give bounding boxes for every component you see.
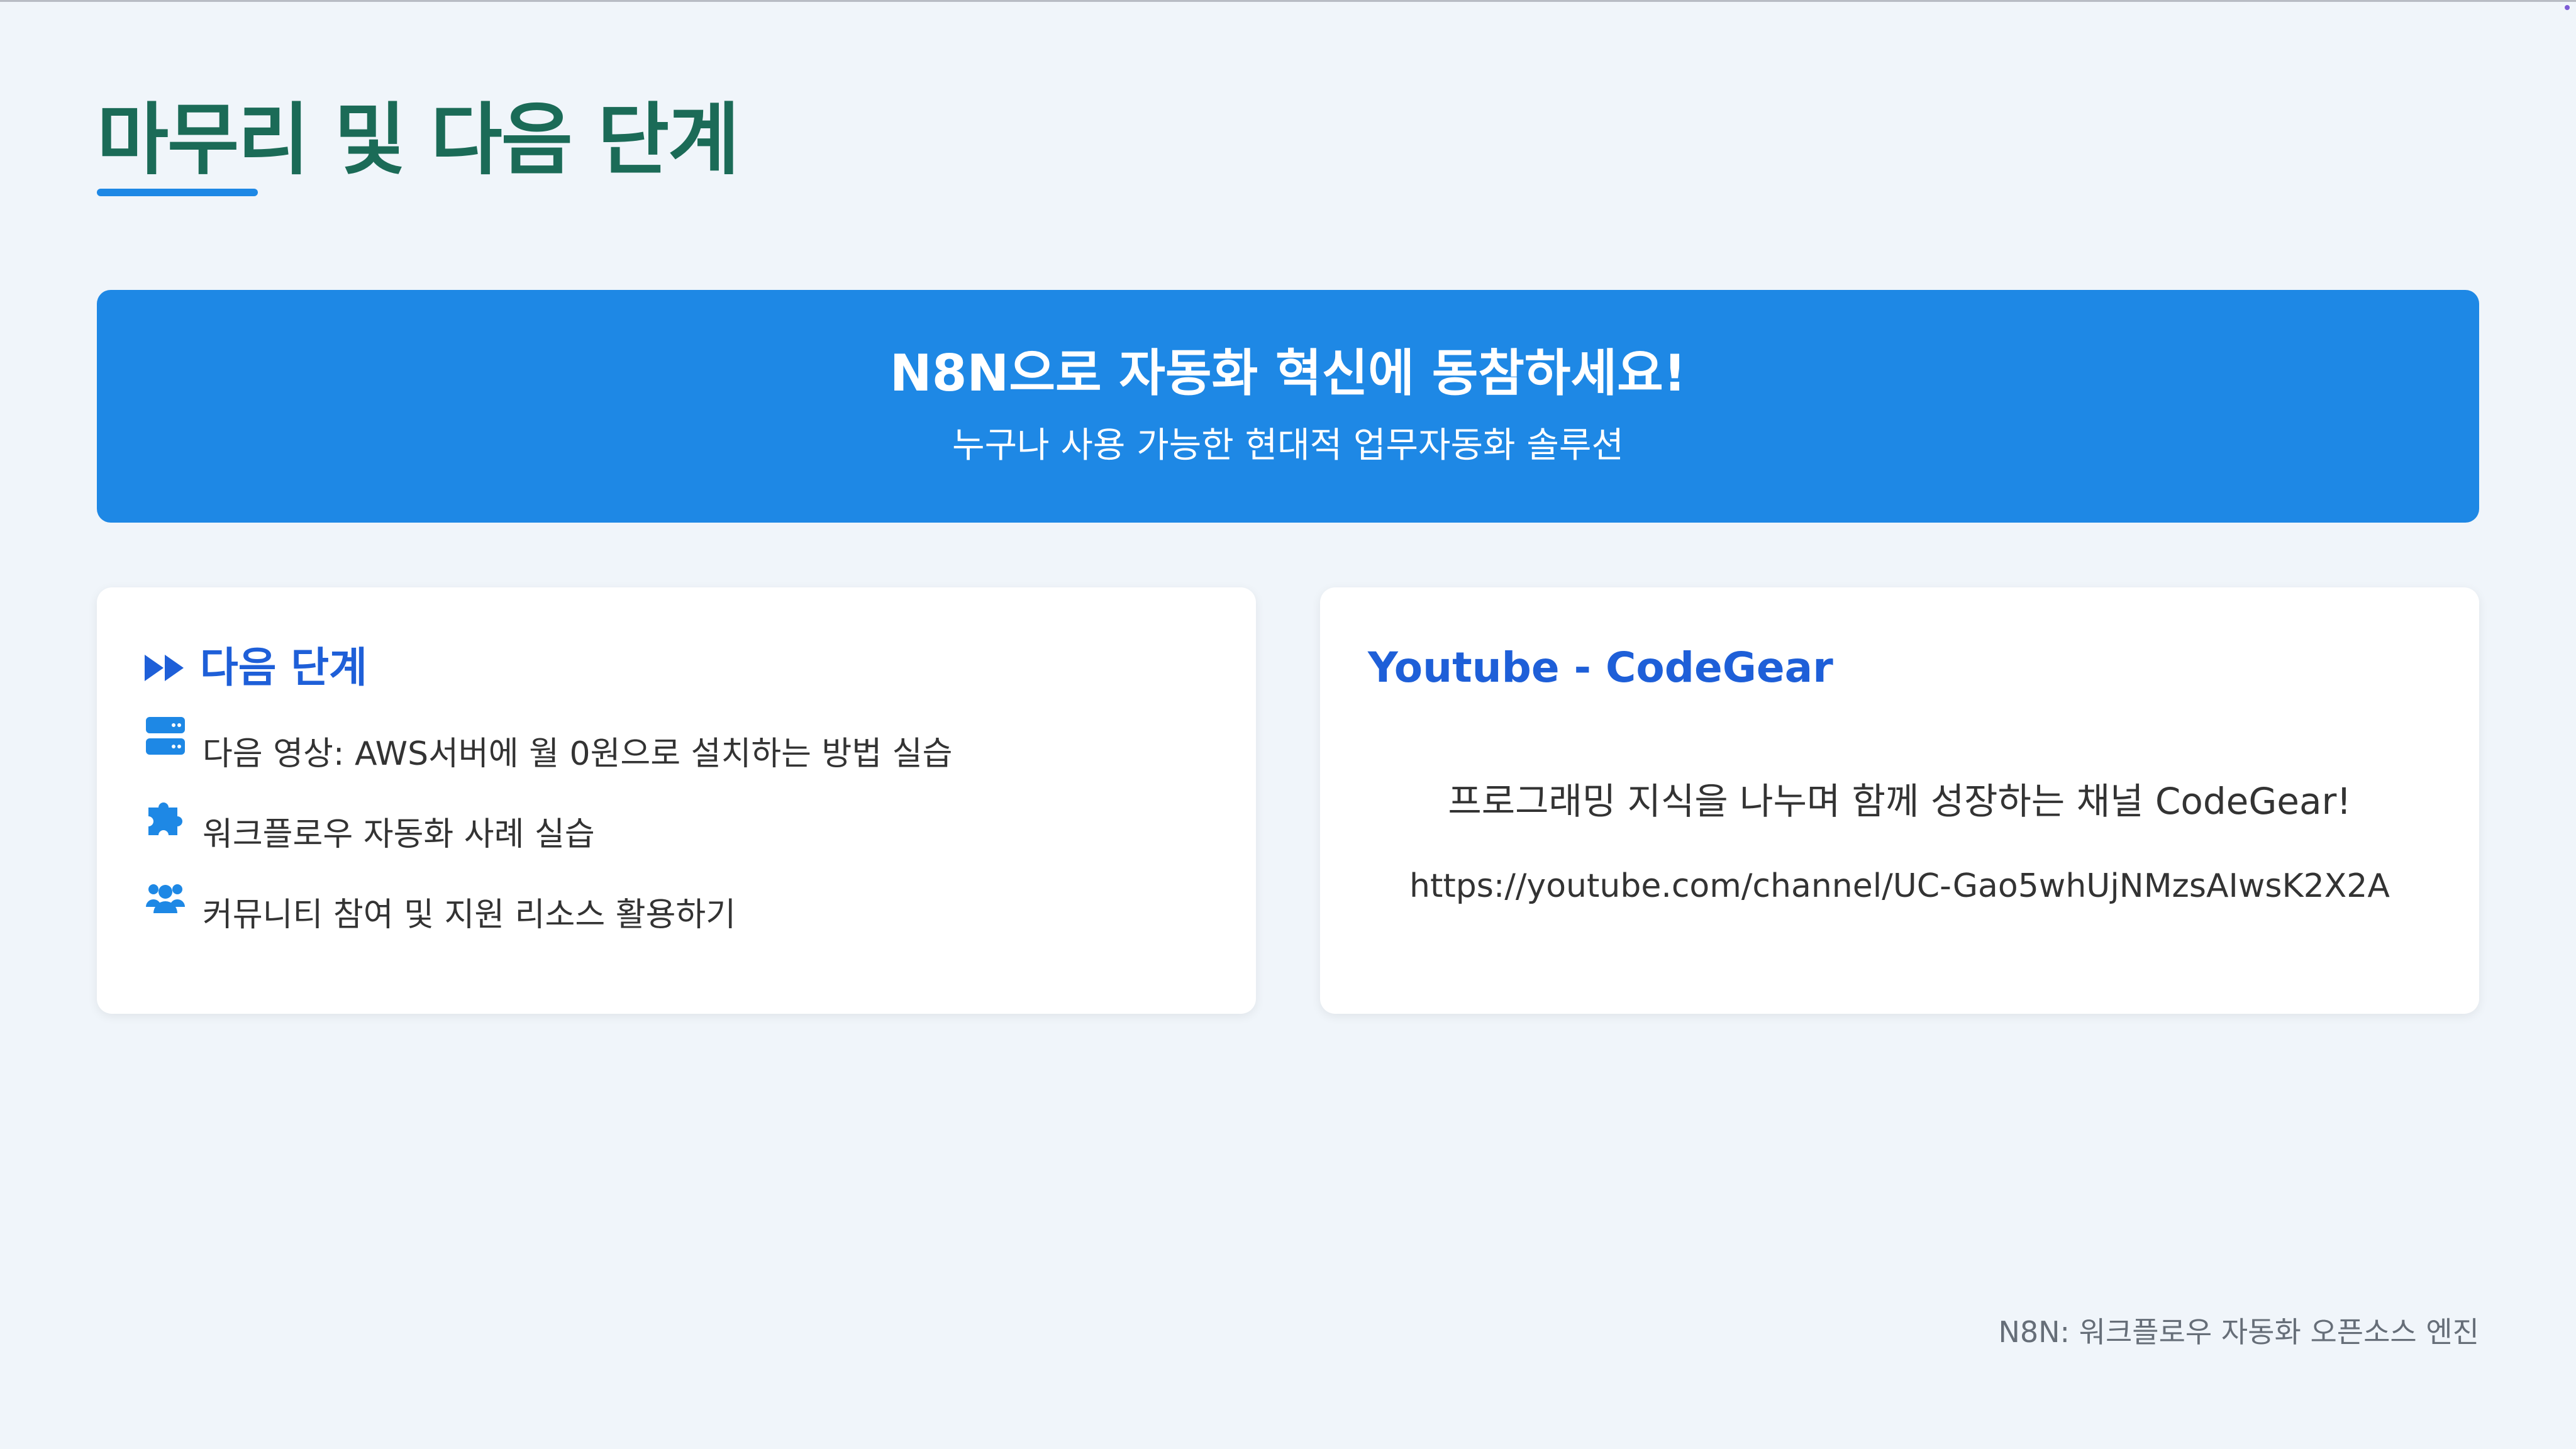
page-title: 마무리 및 다음 단계 xyxy=(97,95,740,186)
title-underline xyxy=(97,189,258,196)
youtube-description: 프로그래밍 지식을 나누며 함께 성장하는 채널 CodeGear! xyxy=(1448,780,2351,823)
list-item: 워크플로우 자동화 사례 실습 xyxy=(145,794,952,874)
step-label: 다음 영상: AWS서버에 월 0원으로 설치하는 방법 실습 xyxy=(203,735,953,773)
users-icon xyxy=(146,884,185,913)
step-label: 워크플로우 자동화 사례 실습 xyxy=(203,816,595,853)
window-top-border xyxy=(0,0,2576,2)
puzzle-piece-icon xyxy=(148,802,182,835)
list-item: 다음 영상: AWS서버에 월 0원으로 설치하는 방법 실습 xyxy=(145,713,952,794)
next-steps-card: 다음 단계 다음 영상: AWS서버에 월 0원으로 설치하는 방법 실습 워크… xyxy=(97,587,1256,1014)
corner-indicator-dot xyxy=(2565,5,2570,10)
youtube-channel-link[interactable]: https://youtube.com/channel/UC-Gao5whUjN… xyxy=(1320,864,2479,908)
forward-icon xyxy=(145,655,184,681)
banner-subtitle: 누구나 사용 가능한 현대적 업무자동화 솔루션 xyxy=(952,425,1624,466)
footer-caption: N8N: 워크플로우 자동화 오픈소스 엔진 xyxy=(1998,1315,2479,1349)
youtube-heading: Youtube - CodeGear xyxy=(1368,643,1833,692)
youtube-card: Youtube - CodeGear 프로그래밍 지식을 나누며 함께 성장하는… xyxy=(1320,587,2479,1014)
next-steps-list: 다음 영상: AWS서버에 월 0원으로 설치하는 방법 실습 워크플로우 자동… xyxy=(145,713,952,955)
list-item: 커뮤니티 참여 및 지원 리소스 활용하기 xyxy=(145,874,952,955)
cta-banner: N8N으로 자동화 혁신에 동참하세요! 누구나 사용 가능한 현대적 업무자동… xyxy=(97,290,2479,523)
server-icon xyxy=(146,717,185,755)
step-label: 커뮤니티 참여 및 지원 리소스 활용하기 xyxy=(203,896,736,934)
next-steps-heading: 다음 단계 xyxy=(145,636,367,699)
next-steps-heading-label: 다음 단계 xyxy=(200,643,367,692)
banner-title: N8N으로 자동화 혁신에 동참하세요! xyxy=(889,344,1687,402)
